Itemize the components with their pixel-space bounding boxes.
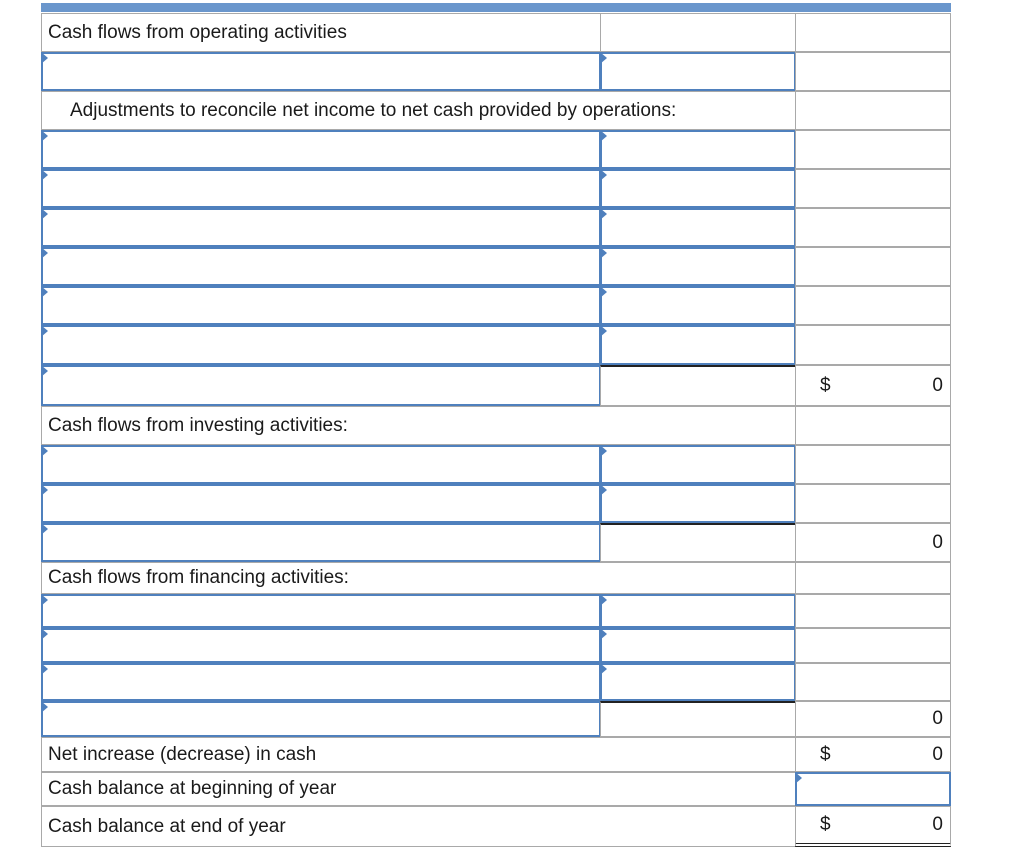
- adjustment-input-row: [41, 286, 951, 325]
- financing-total-value: 0: [932, 708, 943, 729]
- financing-input-row: [41, 594, 951, 628]
- net-change-row: Net increase (decrease) in cash $ 0: [41, 737, 951, 772]
- adjustment-amount-input[interactable]: [600, 169, 796, 208]
- adjustments-label: Adjustments to reconcile net income to n…: [70, 99, 677, 121]
- cash-flow-statement-worksheet: Cash flows from operating activities Adj…: [41, 0, 951, 849]
- adjustment-description-input[interactable]: [41, 286, 601, 325]
- investing-total-cell: 0: [795, 523, 951, 562]
- investing-description-input[interactable]: [41, 445, 601, 484]
- adjustment-description-input[interactable]: [41, 208, 601, 247]
- currency-symbol: $: [820, 374, 831, 396]
- investing-total-label-input[interactable]: [41, 523, 601, 562]
- net-change-label: Net increase (decrease) in cash: [48, 743, 317, 765]
- adjustment-input-row: [41, 130, 951, 169]
- financing-input-row: [41, 628, 951, 663]
- ending-balance-value: 0: [932, 814, 943, 835]
- adjustment-description-input[interactable]: [41, 325, 601, 365]
- adjustment-input-row: [41, 325, 951, 365]
- investing-input-row: [41, 484, 951, 523]
- operating-section-label: Cash flows from operating activities: [48, 21, 347, 43]
- financing-description-input[interactable]: [41, 594, 601, 628]
- adjustment-description-input[interactable]: [41, 247, 601, 286]
- financing-amount-input[interactable]: [600, 628, 796, 663]
- operating-total-label-input[interactable]: [41, 365, 601, 406]
- adjustment-amount-input[interactable]: [600, 286, 796, 325]
- operating-subtotal-row: $ 0: [41, 365, 951, 406]
- financing-amount-input[interactable]: [600, 594, 796, 628]
- ending-balance-cell: $ 0: [795, 806, 951, 847]
- ending-balance-label: Cash balance at end of year: [48, 815, 286, 837]
- beginning-balance-label: Cash balance at beginning of year: [48, 778, 337, 799]
- beginning-balance-input[interactable]: [795, 772, 951, 806]
- investing-subtotal-row: 0: [41, 523, 951, 562]
- investing-description-input[interactable]: [41, 484, 601, 523]
- investing-amount-input[interactable]: [600, 484, 796, 523]
- financing-total-cell: 0: [795, 701, 951, 737]
- operating-description-input[interactable]: [41, 52, 601, 91]
- investing-header-row: Cash flows from investing activities:: [41, 406, 951, 445]
- investing-amount-input[interactable]: [600, 445, 796, 484]
- financing-input-row: [41, 663, 951, 701]
- adjustment-input-row: [41, 247, 951, 286]
- ending-balance-row: Cash balance at end of year $ 0: [41, 806, 951, 847]
- net-change-cell: $ 0: [795, 737, 951, 772]
- investing-section-label: Cash flows from investing activities:: [48, 414, 348, 436]
- adjustments-header-row: Adjustments to reconcile net income to n…: [41, 91, 951, 130]
- operating-total-value: 0: [932, 374, 943, 396]
- investing-total-value: 0: [932, 531, 943, 553]
- adjustment-amount-input[interactable]: [600, 325, 796, 365]
- investing-input-row: [41, 445, 951, 484]
- financing-section-label: Cash flows from financing activities:: [48, 567, 349, 588]
- adjustment-description-input[interactable]: [41, 130, 601, 169]
- adjustment-amount-input[interactable]: [600, 247, 796, 286]
- financing-amount-input[interactable]: [600, 663, 796, 701]
- operating-header-row: Cash flows from operating activities: [41, 13, 951, 52]
- adjustment-amount-input[interactable]: [600, 208, 796, 247]
- financing-header-row: Cash flows from financing activities:: [41, 562, 951, 594]
- currency-symbol: $: [820, 743, 831, 765]
- worksheet-top-bar: [41, 3, 951, 12]
- operating-amount-input[interactable]: [600, 52, 796, 91]
- adjustment-amount-input[interactable]: [600, 130, 796, 169]
- financing-subtotal-row: 0: [41, 701, 951, 737]
- currency-symbol: $: [820, 814, 831, 835]
- adjustment-input-row: [41, 169, 951, 208]
- financing-description-input[interactable]: [41, 663, 601, 701]
- operating-total-cell: $ 0: [795, 365, 951, 406]
- operating-label-cell: Cash flows from operating activities: [41, 13, 601, 52]
- financing-total-label-input[interactable]: [41, 701, 601, 737]
- operating-input-row: [41, 52, 951, 91]
- adjustment-description-input[interactable]: [41, 169, 601, 208]
- financing-description-input[interactable]: [41, 628, 601, 663]
- beginning-balance-row: Cash balance at beginning of year: [41, 772, 951, 806]
- net-change-value: 0: [932, 743, 943, 765]
- adjustment-input-row: [41, 208, 951, 247]
